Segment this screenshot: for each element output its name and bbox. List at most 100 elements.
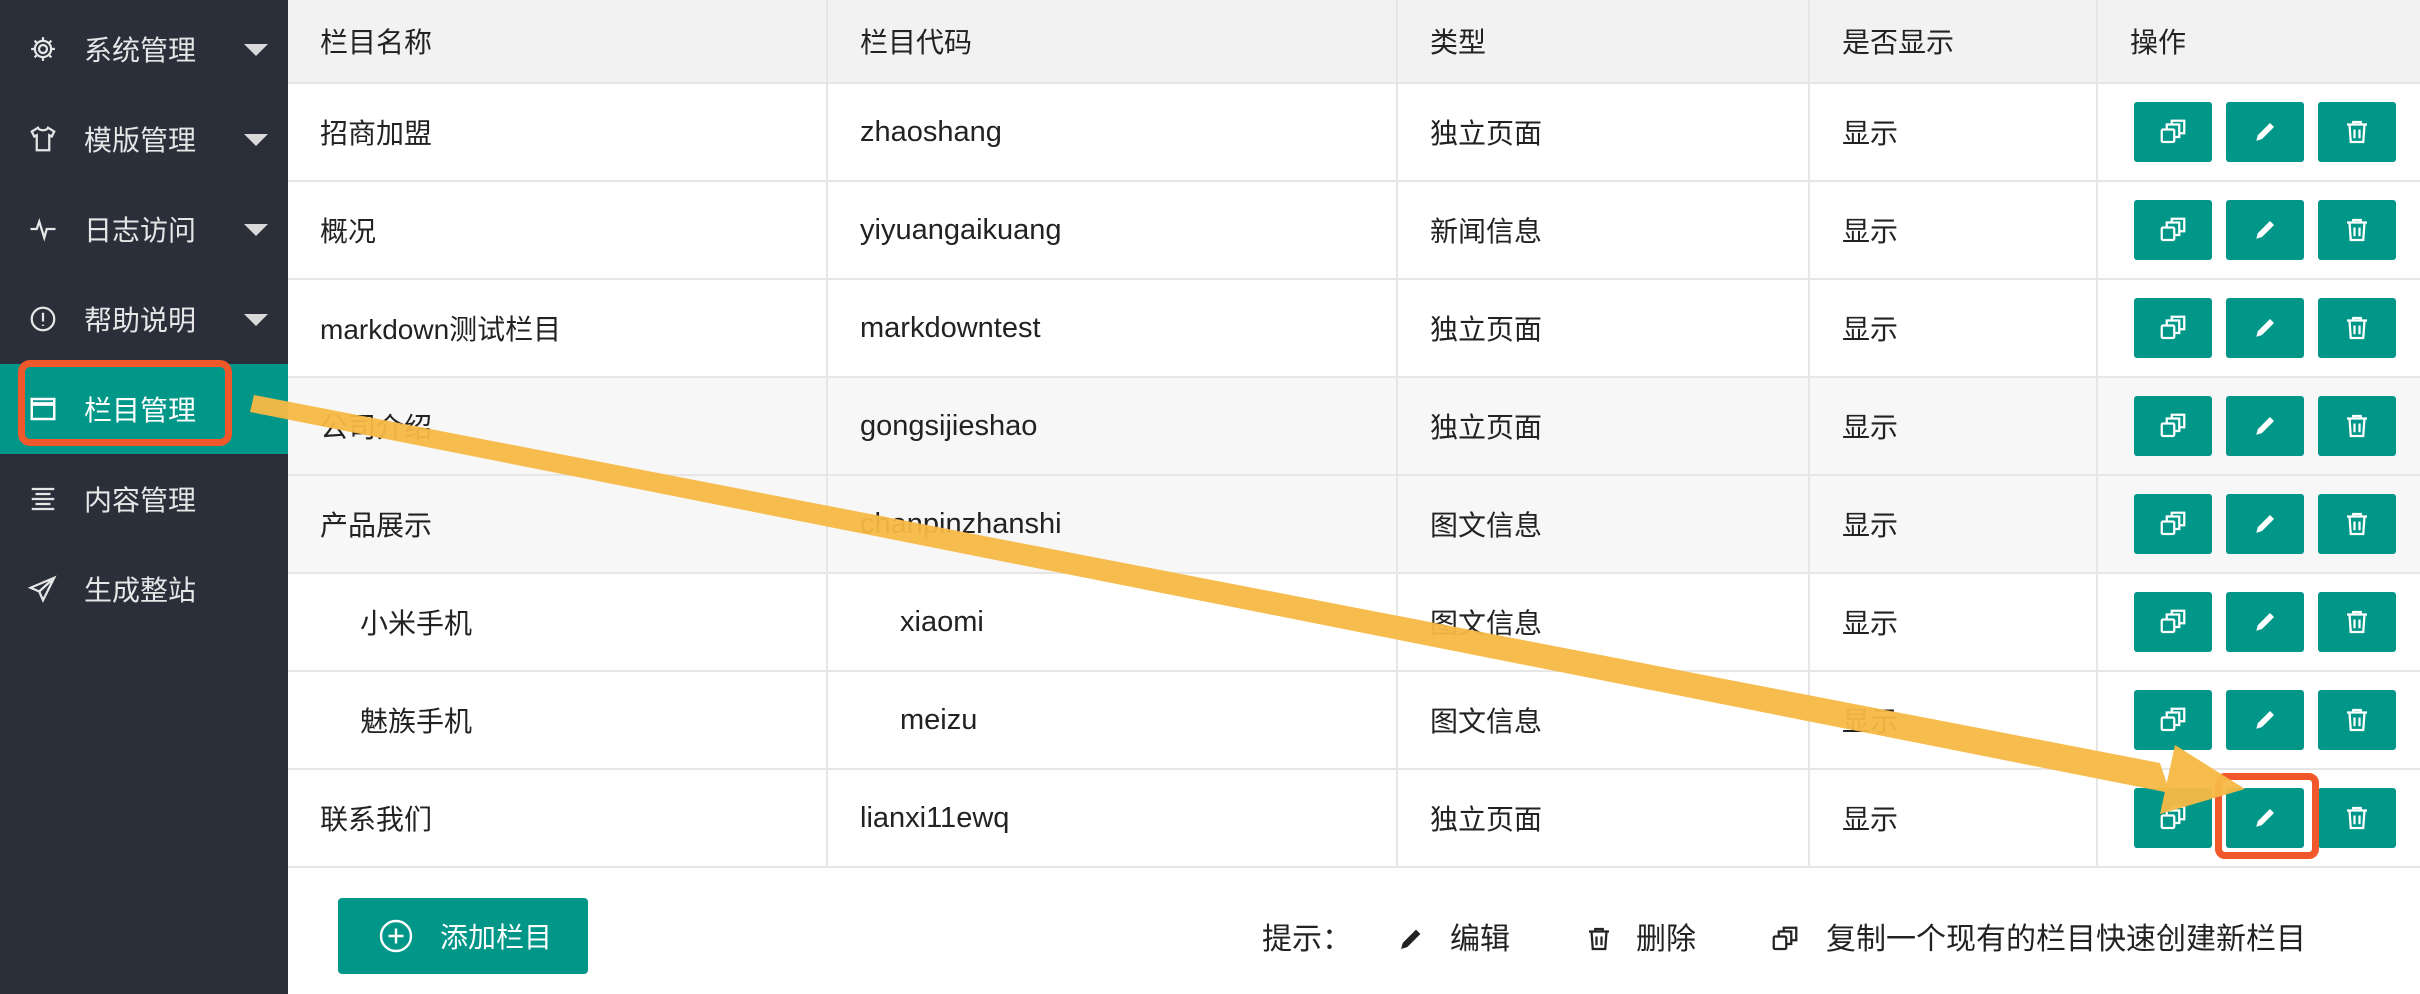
sidebar-item-label: 模版管理 — [84, 124, 197, 157]
delete-button[interactable] — [2318, 788, 2396, 848]
add-column-button[interactable]: 添加栏目 — [338, 898, 588, 974]
copy-button[interactable] — [2134, 298, 2212, 358]
copy-button[interactable] — [2134, 788, 2212, 848]
cell-type: 图文信息 — [1398, 672, 1810, 768]
delete-button[interactable] — [2318, 690, 2396, 750]
pencil-icon — [1401, 929, 1421, 949]
cell-name: 招商加盟 — [288, 84, 828, 180]
copy-icon — [2158, 607, 2188, 637]
sidebar-item-label: 日志访问 — [84, 214, 197, 247]
edit-button[interactable] — [2226, 298, 2304, 358]
header-code: 栏目代码 — [828, 0, 1398, 82]
cell-code: meizu — [828, 672, 1398, 768]
paper-plane-icon — [26, 572, 60, 606]
cell-code: gongsijieshao — [828, 378, 1398, 474]
pencil-icon — [2250, 313, 2280, 343]
table-row: 联系我们 lianxi11ewq 独立页面 显示 — [288, 770, 2420, 868]
cell-show: 显示 — [1810, 280, 2098, 376]
table-row: 概况 yiyuangaikuang 新闻信息 显示 — [288, 182, 2420, 280]
pulse-icon — [26, 212, 60, 246]
sidebar-item-template[interactable]: 模版管理 — [0, 94, 288, 184]
cell-name: 魅族手机 — [288, 672, 828, 768]
cell-name: 小米手机 — [288, 574, 828, 670]
edit-button[interactable] — [2226, 592, 2304, 652]
cell-show: 显示 — [1810, 672, 2098, 768]
cell-code: xiaomi — [828, 574, 1398, 670]
table-row: 公司介绍 gongsijieshao 独立页面 显示 — [288, 378, 2420, 476]
cell-code: chanpinzhanshi — [828, 476, 1398, 572]
table-row: 魅族手机 meizu 图文信息 显示 — [288, 672, 2420, 770]
trash-icon — [1589, 927, 1609, 951]
chevron-down-icon — [244, 134, 268, 146]
chevron-down-icon — [244, 314, 268, 326]
tip-delete: 删除 — [1636, 922, 1696, 957]
edit-button[interactable] — [2226, 494, 2304, 554]
sidebar-item-content[interactable]: 内容管理 — [0, 454, 288, 544]
cell-name: 产品展示 — [288, 476, 828, 572]
add-column-label: 添加栏目 — [440, 921, 553, 954]
sidebar-item-columns[interactable]: 栏目管理 — [0, 364, 288, 454]
copy-button[interactable] — [2134, 690, 2212, 750]
delete-button[interactable] — [2318, 102, 2396, 162]
header-name: 栏目名称 — [288, 0, 828, 82]
table-header: 栏目名称 栏目代码 类型 是否显示 操作 — [288, 0, 2420, 84]
tip-copy: 复制一个现有的栏目快速创建新栏目 — [1826, 922, 2306, 957]
edit-button[interactable] — [2226, 102, 2304, 162]
header-actions: 操作 — [2130, 26, 2187, 59]
copy-button[interactable] — [2134, 494, 2212, 554]
cell-type: 独立页面 — [1398, 280, 1810, 376]
copy-icon — [2158, 117, 2188, 147]
copy-button[interactable] — [2134, 592, 2212, 652]
pencil-icon — [2250, 509, 2280, 539]
chevron-down-icon — [244, 44, 268, 56]
table-row: markdown测试栏目 markdowntest 独立页面 显示 — [288, 280, 2420, 378]
edit-button[interactable] — [2226, 200, 2304, 260]
copy-button[interactable] — [2134, 396, 2212, 456]
cell-name: 联系我们 — [288, 770, 828, 866]
edit-button[interactable] — [2226, 396, 2304, 456]
table-row: 小米手机 xiaomi 图文信息 显示 — [288, 574, 2420, 672]
header-type: 类型 — [1398, 0, 1810, 82]
chevron-down-icon — [244, 224, 268, 236]
sidebar-item-logs[interactable]: 日志访问 — [0, 184, 288, 274]
edit-button[interactable] — [2226, 788, 2304, 848]
tshirt-icon — [26, 122, 60, 156]
copy-icon — [2158, 705, 2188, 735]
pencil-icon — [2250, 215, 2280, 245]
trash-icon — [2342, 117, 2372, 147]
sidebar-item-generate[interactable]: 生成整站 — [0, 544, 288, 634]
align-icon — [26, 482, 60, 516]
delete-button[interactable] — [2318, 200, 2396, 260]
sidebar-item-label: 帮助说明 — [84, 304, 197, 337]
trash-icon — [2342, 607, 2372, 637]
pencil-icon — [2250, 607, 2280, 637]
cell-show: 显示 — [1810, 378, 2098, 474]
tip-edit: 编辑 — [1450, 922, 1510, 957]
copy-icon — [2158, 803, 2188, 833]
trash-icon — [2342, 215, 2372, 245]
sidebar-item-help[interactable]: 帮助说明 — [0, 274, 288, 364]
cell-name: markdown测试栏目 — [288, 280, 828, 376]
cell-show: 显示 — [1810, 84, 2098, 180]
cell-code: lianxi11ewq — [828, 770, 1398, 866]
cell-type: 独立页面 — [1398, 84, 1810, 180]
delete-button[interactable] — [2318, 494, 2396, 554]
table-row: 招商加盟 zhaoshang 独立页面 显示 — [288, 84, 2420, 182]
delete-button[interactable] — [2318, 592, 2396, 652]
delete-button[interactable] — [2318, 298, 2396, 358]
sidebar-item-system[interactable]: 系统管理 — [0, 4, 288, 94]
pencil-icon — [2250, 705, 2280, 735]
delete-button[interactable] — [2318, 396, 2396, 456]
table-row: 产品展示 chanpinzhanshi 图文信息 显示 — [288, 476, 2420, 574]
cell-code: yiyuangaikuang — [828, 182, 1398, 278]
sidebar-item-label: 内容管理 — [84, 484, 197, 517]
edit-button[interactable] — [2226, 690, 2304, 750]
copy-button[interactable] — [2134, 102, 2212, 162]
copy-button[interactable] — [2134, 200, 2212, 260]
copy-icon — [2158, 509, 2188, 539]
copy-icon — [2158, 215, 2188, 245]
cell-show: 显示 — [1810, 182, 2098, 278]
copy-icon — [2158, 313, 2188, 343]
tip-prefix: 提示： — [1262, 922, 1352, 957]
cell-type: 独立页面 — [1398, 378, 1810, 474]
